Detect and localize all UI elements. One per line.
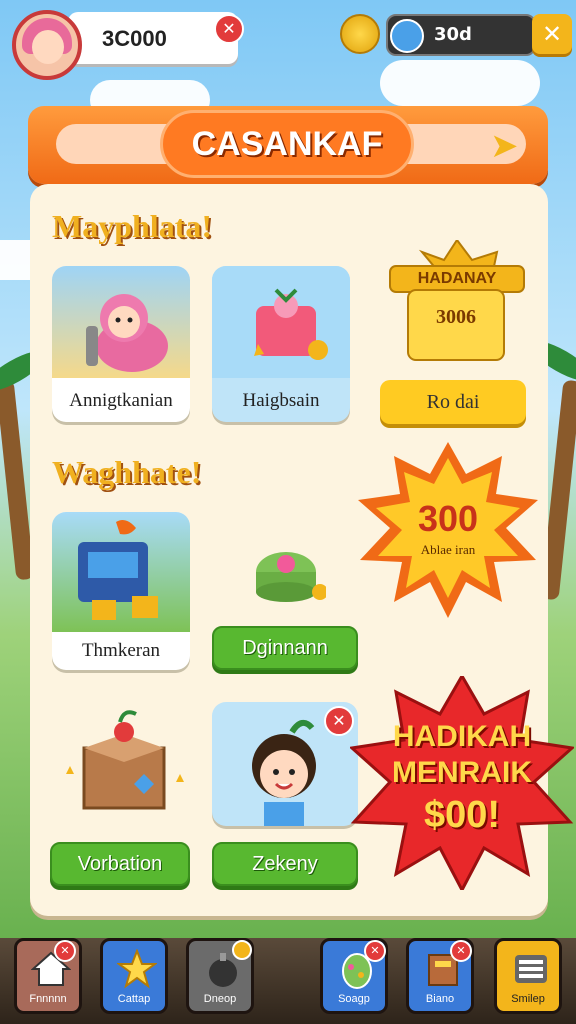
nav-item-star[interactable]: Cattap — [100, 938, 168, 1014]
pink-hood-character-icon — [86, 294, 168, 372]
arcade-machine-icon — [78, 520, 158, 620]
close-icon[interactable]: ✕ — [364, 940, 386, 962]
top-bar: 3C000 ✕ 30d ✕ — [10, 10, 572, 80]
coin-icon — [340, 14, 380, 54]
nav-item-list[interactable]: Smilep — [494, 938, 562, 1014]
item-card-2[interactable]: Haigbsain — [212, 266, 350, 422]
nav-label: Fnnnnn — [29, 993, 67, 1005]
nav-label: Biano — [425, 993, 455, 1005]
notification-dot — [232, 940, 252, 960]
item-card-label: Thmkeran — [81, 640, 161, 661]
banner-title-pill: CASANKAF — [160, 110, 414, 178]
trophy-sign-icon — [389, 238, 525, 361]
nav-label: Dneop — [203, 993, 237, 1005]
pink-gift-box-icon — [254, 288, 328, 360]
gem-counter[interactable]: 30d — [386, 14, 536, 56]
close-icon[interactable]: ✕ — [214, 14, 244, 44]
gem-icon — [390, 19, 424, 53]
green-button-left[interactable]: Vorbation — [50, 842, 190, 886]
section-title-2: Waghhate! — [52, 454, 202, 490]
section-title-1: Mayphlata! — [52, 208, 212, 244]
center-green-button[interactable]: Dginnann — [212, 626, 358, 670]
player-name-box[interactable]: 3C000 — [68, 12, 238, 64]
nav-label: Soagp — [338, 993, 370, 1005]
green-cake-icon — [256, 552, 326, 602]
list-icon — [515, 955, 547, 983]
prize-claim-button[interactable]: Ro dai — [380, 380, 526, 424]
item-card-label: Annigtkanian — [69, 390, 173, 411]
close-icon[interactable]: ✕ — [54, 940, 76, 962]
promo-burst-red: HADIKAH MENRAIK $00! — [350, 676, 574, 890]
prize-sign-value: 3006 — [436, 306, 476, 328]
promo-line-2: MENRAIK — [392, 756, 532, 789]
close-icon[interactable]: ✕ — [450, 940, 472, 962]
burst-subtext: Ablae iran — [420, 542, 476, 557]
promo-line-1: HADIKAH — [392, 720, 532, 753]
banner-title: CASANKAF — [191, 125, 383, 163]
burst-value: 300 — [417, 498, 479, 539]
item-card-label: Haigbsain — [242, 390, 320, 411]
title-banner: CASANKAF ➤ — [28, 106, 548, 184]
green-button-right[interactable]: Zekeny — [212, 842, 358, 886]
item-card-1[interactable]: Annigtkanian — [52, 266, 190, 422]
bottom-nav: Fnnnnn ✕ Cattap Dneop Soagp ✕ Biano ✕ Sm… — [0, 938, 576, 1024]
treasure-box-icon — [66, 710, 184, 810]
close-button[interactable]: ✕ — [532, 14, 572, 54]
reward-burst-yellow: 300 Ablae iran — [356, 442, 540, 618]
gift-image — [212, 266, 350, 378]
character-image — [52, 266, 190, 378]
chevron-right-icon[interactable]: ➤ — [490, 126, 519, 166]
prize-sign: HADANAY 3006 — [382, 238, 532, 370]
star-icon — [117, 949, 157, 989]
promo-line-3: $00! — [423, 794, 501, 836]
avatar-face — [32, 30, 64, 64]
prize-sign-title: HADANAY — [417, 270, 497, 287]
avatar[interactable] — [12, 10, 82, 80]
machine-image — [52, 512, 190, 632]
gem-value: 30d — [434, 24, 472, 45]
player-value: 3C000 — [102, 26, 167, 51]
item-card-3[interactable]: Thmkeran — [52, 512, 190, 670]
nav-label: Smilep — [511, 993, 545, 1005]
nav-label: Cattap — [117, 993, 151, 1005]
